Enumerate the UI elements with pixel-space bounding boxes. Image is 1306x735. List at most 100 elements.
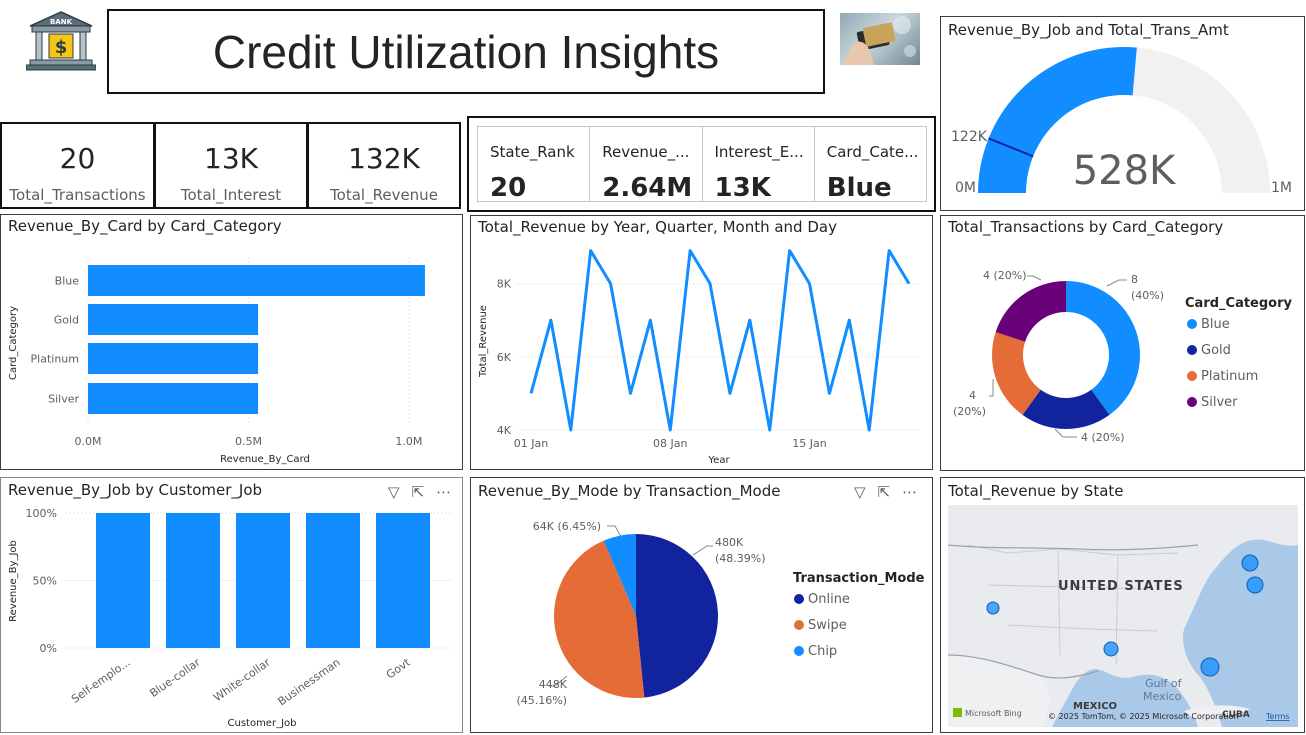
pie-legend-item[interactable]: Chip — [808, 644, 837, 659]
line-xtick: 08 Jan — [653, 437, 687, 450]
line-xtick: 15 Jan — [792, 437, 826, 450]
card-value: 13K — [714, 173, 771, 203]
pie-percent-label: (48.39%) — [715, 552, 766, 565]
donut-legend-item[interactable]: Silver — [1201, 395, 1238, 410]
pie-leader-line — [607, 525, 622, 538]
line-ytick: 8K — [497, 278, 512, 291]
line-ylabel: Total_Revenue — [478, 305, 489, 378]
donut-percent-label: (20%) — [953, 405, 986, 418]
job-bar-category-label: White-collar — [211, 656, 273, 705]
donut-leader-line — [1054, 428, 1077, 438]
card-bar-chart: Revenue_By_Card Card_Category 0.0M 0.5M 1.… — [8, 257, 425, 465]
card-label: Interest_E... — [714, 143, 804, 161]
card-bar-xlabel: Revenue_By_Card — [220, 454, 310, 465]
donut-legend-title: Card_Category — [1185, 296, 1293, 311]
pie-value-label: 64K (6.45%) — [533, 520, 601, 533]
dashboard-title-box: Credit Utilization Insights — [107, 9, 825, 94]
job-bar-0[interactable] — [96, 513, 150, 648]
donut-leader-line — [989, 379, 994, 397]
donut-leader-line — [1106, 279, 1127, 287]
donut-legend-marker — [1187, 319, 1197, 329]
mode-pie-panel[interactable]: Revenue_By_Mode by Transaction_Mode ▽ ⇱ … — [470, 477, 933, 733]
card-bar-category-label: Blue — [55, 275, 80, 288]
job-bar-4[interactable] — [376, 513, 430, 648]
job-bar-ytick: 0% — [40, 642, 57, 655]
card-value: 20 — [490, 173, 527, 203]
job-bar-ytick: 100% — [26, 507, 57, 520]
kpi-total-transactions[interactable]: 20 Total_Transactions — [0, 122, 155, 209]
donut-legend-marker — [1187, 345, 1197, 355]
job-bar-xlabel: Customer_Job — [228, 718, 297, 729]
kpi-total-interest[interactable]: 13K Total_Interest — [154, 122, 308, 209]
donut-data-label: 4 (20%) — [983, 269, 1027, 282]
donut-data-label: 4 (20%) — [1081, 431, 1125, 444]
job-bar-3[interactable] — [306, 513, 360, 648]
map-bubble-new-york[interactable] — [1241, 554, 1259, 572]
card-bar-category-label: Platinum — [31, 353, 79, 366]
card-bar-ylabel: Card_Category — [8, 306, 19, 380]
microsoft-logo-icon — [953, 708, 962, 717]
pie-legend-item[interactable]: Online — [808, 592, 850, 607]
donut-legend-item[interactable]: Gold — [1201, 343, 1231, 358]
donut-leader-line — [1027, 275, 1042, 281]
kpi-value: 20 — [59, 142, 96, 175]
map-country-label: UNITED STATES — [1058, 579, 1184, 594]
card-bar-silver[interactable] — [88, 383, 259, 414]
pie-legend-marker — [794, 646, 804, 656]
card-value: 2.64M — [602, 173, 693, 203]
card-category-donut-panel[interactable]: Total_Transactions by Card_Category Card… — [940, 215, 1305, 471]
card-bar-blue[interactable] — [88, 265, 425, 296]
line-ytick: 6K — [497, 351, 512, 364]
map-copyright: © 2025 TomTom, © 2025 Microsoft Corporat… — [1048, 712, 1239, 721]
map-bubble-texas[interactable] — [1103, 641, 1119, 657]
map-bubble-virginia[interactable] — [1246, 576, 1264, 594]
pie-value-label: 448K — [539, 678, 568, 691]
donut-legend-item[interactable]: Platinum — [1201, 369, 1258, 384]
pie-leader-line — [692, 545, 713, 556]
card-bar-category-label: Silver — [48, 393, 79, 406]
map-terms-link[interactable]: Terms — [1265, 712, 1290, 721]
job-bar-2[interactable] — [236, 513, 290, 648]
pie-slice-online[interactable] — [636, 534, 718, 698]
job-bar-panel[interactable]: Revenue_By_Job by Customer_Job ▽ ⇱ ⋯ Cus… — [0, 477, 463, 733]
transactions-donut-chart: Card_Category 8 (40%) 4 (20%) 4 (20%) 4 (20%)… — [953, 269, 1293, 444]
state-map[interactable]: UNITED STATES Gulf of Mexico MEXICO CUBA… — [948, 505, 1298, 727]
gauge-target-label: 122K — [951, 129, 988, 145]
job-bar-1[interactable] — [166, 513, 220, 648]
svg-text:$: $ — [55, 37, 68, 58]
map-bubble-florida[interactable] — [1200, 657, 1220, 677]
revenue-line-chart: Year Total_Revenue 4K 6K 8K 01 Jan 08 Jan 15 … — [478, 249, 919, 466]
card-bar-gold[interactable] — [88, 304, 259, 335]
card-label: Revenue_... — [602, 143, 690, 161]
donut-legend-marker — [1187, 371, 1197, 381]
gauge-max-label: 1M — [1271, 180, 1292, 196]
state-map-panel[interactable]: Total_Revenue by State UNITED STATES Gul… — [940, 477, 1305, 733]
donut-data-label: 8 — [1131, 273, 1138, 286]
revenue-line-panel[interactable]: Total_Revenue by Year, Quarter, Month an… — [470, 215, 933, 470]
revenue-line-series[interactable] — [529, 249, 911, 432]
donut-legend-item[interactable]: Blue — [1201, 317, 1230, 332]
card-bar-platinum[interactable] — [88, 343, 259, 374]
pie-legend-marker — [794, 594, 804, 604]
pie-value-label: 480K — [715, 536, 744, 549]
gauge-panel[interactable]: Revenue_By_Job and Total_Trans_Amt 528K … — [940, 16, 1305, 211]
map-mexico-label: MEXICO — [1073, 701, 1117, 712]
donut-slice-silver[interactable] — [995, 281, 1066, 342]
page-title: Credit Utilization Insights — [212, 25, 720, 78]
gauge-value-label: 528K — [1073, 148, 1177, 194]
multi-row-card[interactable]: State_Rank 20 Revenue_... 2.64M Interest… — [467, 116, 936, 212]
donut-slice-blue[interactable] — [1066, 281, 1140, 415]
pie-percent-label: (45.16%) — [516, 694, 567, 707]
pie-legend-item[interactable]: Swipe — [808, 618, 847, 633]
card-bar-xtick: 0.5M — [235, 435, 262, 448]
donut-percent-label: (40%) — [1131, 289, 1164, 302]
gauge-min-label: 0M — [955, 180, 976, 196]
kpi-total-revenue[interactable]: 132K Total_Revenue — [307, 122, 461, 209]
card-category-bar-panel[interactable]: Revenue_By_Card by Card_Category Revenue… — [0, 214, 463, 470]
pie-legend-title: Transaction_Mode — [793, 571, 925, 586]
card-bar-xtick: 1.0M — [395, 435, 422, 448]
kpi-label: Total_Interest — [180, 186, 282, 204]
card-card-category: Card_Cate... Blue — [815, 127, 926, 203]
map-bubble-california[interactable] — [986, 601, 1000, 615]
kpi-value: 13K — [204, 142, 258, 175]
